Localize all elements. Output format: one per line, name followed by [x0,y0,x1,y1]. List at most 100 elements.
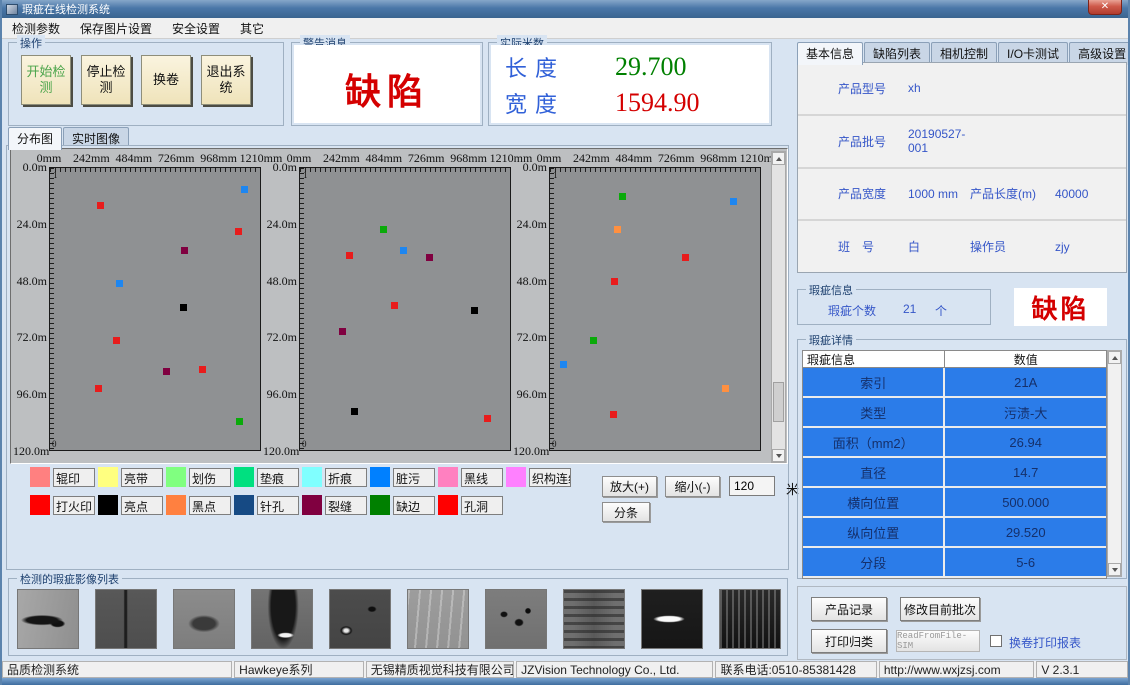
menu-item-1[interactable]: 保存图片设置 [70,18,162,39]
defect-point[interactable] [614,226,621,233]
distribution-plot-3: 0mm242mm484mm726mm968mm1210mm0.0m24.0m48… [513,151,763,463]
defect-point[interactable] [95,385,102,392]
print-classify-button[interactable]: 打印归类 [811,629,887,653]
operation-group-label: 操作 [17,35,45,51]
defect-point[interactable] [611,278,618,285]
close-icon: ✕ [1101,1,1109,12]
defect-point[interactable] [351,408,358,415]
scroll-up-button[interactable] [772,152,785,165]
defect-thumbnail-3[interactable] [173,589,235,649]
defect-point[interactable] [116,280,123,287]
detail-row-value: 污渍-大 [945,398,1106,426]
defect-point[interactable] [236,418,243,425]
detail-table-row[interactable]: 类型污渍-大 [803,398,1106,428]
y-axis-tick-label: 24.0m [263,217,297,232]
detail-row-value: 21A [945,368,1106,396]
scroll-down-button[interactable] [1108,563,1121,576]
detail-table-row[interactable]: 直径14.7 [803,458,1106,488]
product-record-button[interactable]: 产品记录 [811,597,887,621]
meter-value: 29.700 [615,52,687,82]
defect-point[interactable] [471,307,478,314]
detail-table-row[interactable]: 面积（mm2）26.94 [803,428,1106,458]
detail-table-row[interactable]: 分段5-6 [803,548,1106,578]
legend-item: 织构连续 [506,467,571,487]
defect-point[interactable] [346,252,353,259]
defect-point[interactable] [97,202,104,209]
defect-thumbnail-6[interactable] [407,589,469,649]
defect-thumbnail-5[interactable] [329,589,391,649]
start-detect-button[interactable]: 开始检测 [21,55,71,105]
modify-batch-button[interactable]: 修改目前批次 [900,597,980,621]
defect-thumbnail-4[interactable] [251,589,313,649]
legend-color-swatch [166,495,186,515]
defect-point[interactable] [619,193,626,200]
defect-thumbnail-9[interactable] [641,589,703,649]
print-on-roll-change-checkbox[interactable] [990,635,1002,647]
defect-point[interactable] [391,302,398,309]
meter-value: 1594.90 [615,88,700,118]
defect-point[interactable] [610,411,617,418]
defect-point[interactable] [339,328,346,335]
detail-table-header: 瑕疵信息数值 [803,351,1106,368]
detail-table-row[interactable]: 横向位置500.000 [803,488,1106,518]
right-tab-0[interactable]: 基本信息 [797,42,863,65]
change-roll-button[interactable]: 换卷 [141,55,191,105]
y-axis-tick-label: 24.0m [513,217,547,232]
defect-point[interactable] [235,228,242,235]
plot-scrollbar[interactable] [771,151,786,463]
read-from-file-button[interactable]: ReadFromFile-SIM [896,630,980,652]
defect-point[interactable] [484,415,491,422]
product-length-label: 产品长度(m) [970,185,1055,202]
y-axis-tick-label: 48.0m [513,274,547,289]
defect-point[interactable] [560,361,567,368]
defect-point[interactable] [400,247,407,254]
legend-item: 孔洞 [438,495,503,515]
scroll-up-button[interactable] [1108,351,1121,364]
exit-system-button[interactable]: 退出系统 [201,55,251,105]
detail-table-scrollbar[interactable] [1107,350,1122,577]
legend-item: 垫痕 [234,467,299,487]
view-tab-0[interactable]: 分布图 [8,127,62,150]
defect-thumbnail-7[interactable] [485,589,547,649]
defect-point[interactable] [682,254,689,261]
plot-area[interactable]: 10 [549,167,761,451]
defect-thumbnail-8[interactable] [563,589,625,649]
defect-point[interactable] [722,385,729,392]
defect-thumbnail-2[interactable] [95,589,157,649]
product-model-label: 产品型号 [838,80,908,97]
defect-point[interactable] [163,368,170,375]
stop-detect-button[interactable]: 停止检测 [81,55,131,105]
defect-point[interactable] [590,337,597,344]
y-axis-tick-label: 96.0m [13,387,47,402]
defect-point[interactable] [113,337,120,344]
legend-item: 划伤 [166,467,231,487]
product-batch-value: 20190527-001 [908,127,970,155]
zoom-in-button[interactable]: 放大(+) [602,476,657,497]
close-button[interactable]: ✕ [1088,0,1122,15]
zoom-out-button[interactable]: 缩小(-) [665,476,720,497]
menu-item-2[interactable]: 安全设置 [162,18,230,39]
scroll-down-button[interactable] [772,449,785,462]
defect-point[interactable] [180,304,187,311]
legend-label: 亮带 [121,468,163,487]
defect-thumbnail-10[interactable] [719,589,781,649]
y-axis-tick-label: 96.0m [513,387,547,402]
y-axis-tick-label: 0.0m [13,160,47,175]
defect-point[interactable] [199,366,206,373]
defect-point[interactable] [181,247,188,254]
plot-area[interactable]: 10 [299,167,511,451]
defect-image-list-label: 检测的瑕疵影像列表 [17,571,122,587]
scroll-thumb[interactable] [773,382,784,422]
split-button[interactable]: 分条 [602,502,650,522]
plot-area[interactable]: 10 [49,167,261,451]
meters-input[interactable] [729,476,775,496]
plot-index-label: 1 [553,170,558,180]
defect-point[interactable] [241,186,248,193]
detail-table-row[interactable]: 索引21A [803,368,1106,398]
defect-point[interactable] [730,198,737,205]
defect-point[interactable] [380,226,387,233]
defect-thumbnail-1[interactable] [17,589,79,649]
defect-point[interactable] [426,254,433,261]
menu-item-3[interactable]: 其它 [230,18,274,39]
detail-table-row[interactable]: 纵向位置29.520 [803,518,1106,548]
